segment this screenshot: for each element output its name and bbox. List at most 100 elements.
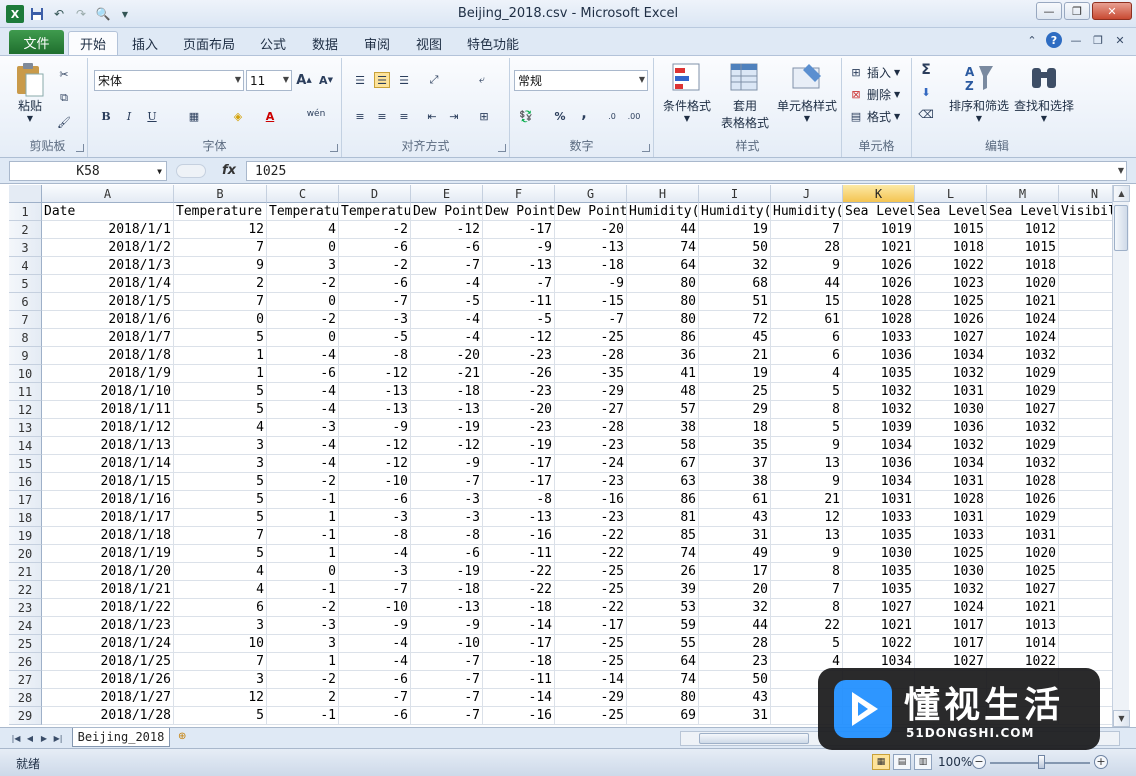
table-cell[interactable]: 5 — [174, 509, 267, 527]
table-cell[interactable]: -27 — [555, 401, 627, 419]
table-cell[interactable]: -13 — [339, 383, 411, 401]
table-cell[interactable]: 0 — [267, 239, 339, 257]
table-cell[interactable]: 68 — [699, 275, 771, 293]
table-cell[interactable]: -4 — [339, 635, 411, 653]
table-cell[interactable]: 53 — [627, 599, 699, 617]
table-cell[interactable] — [1059, 491, 1112, 509]
tab-review[interactable]: 审阅 — [356, 31, 398, 55]
table-cell[interactable]: 80 — [627, 311, 699, 329]
doc-close-icon[interactable]: ✕ — [1112, 32, 1128, 48]
table-cell[interactable]: 1 — [174, 365, 267, 383]
table-cell[interactable]: -7 — [483, 275, 555, 293]
row-header[interactable]: 1 — [9, 203, 42, 221]
table-cell[interactable]: 1 — [267, 653, 339, 671]
table-cell[interactable]: -17 — [483, 635, 555, 653]
table-cell[interactable]: -13 — [483, 509, 555, 527]
table-cell[interactable]: -18 — [411, 383, 483, 401]
table-cell[interactable]: 1032 — [843, 401, 915, 419]
table-cell[interactable]: -22 — [483, 563, 555, 581]
table-cell[interactable]: 1029 — [987, 383, 1059, 401]
table-cell[interactable]: -24 — [555, 455, 627, 473]
table-cell[interactable]: 3 — [174, 671, 267, 689]
row-header[interactable]: 15 — [9, 455, 42, 473]
clipboard-launcher-icon[interactable] — [76, 144, 84, 152]
align-center-icon[interactable]: ≡ — [374, 108, 390, 124]
table-cell[interactable]: 1025 — [915, 545, 987, 563]
table-cell[interactable] — [1059, 419, 1112, 437]
normal-view-icon[interactable]: ▦ — [872, 754, 890, 770]
table-cell[interactable]: 18 — [699, 419, 771, 437]
table-cell[interactable]: -1 — [267, 581, 339, 599]
table-cell[interactable]: 59 — [627, 617, 699, 635]
table-cell[interactable]: 1031 — [915, 509, 987, 527]
table-cell[interactable]: -11 — [483, 545, 555, 563]
insert-function-icon[interactable]: fx — [222, 163, 236, 178]
table-cell[interactable]: -4 — [339, 653, 411, 671]
table-cell[interactable]: 9 — [771, 473, 843, 491]
shrink-font-icon[interactable]: A ▼ — [318, 72, 334, 88]
tab-formulas[interactable]: 公式 — [252, 31, 294, 55]
insert-cells-button[interactable]: ⊞ 插入 ▼ — [848, 62, 900, 82]
row-header[interactable]: 22 — [9, 581, 42, 599]
table-cell[interactable]: -25 — [555, 707, 627, 725]
table-cell[interactable]: 15 — [771, 293, 843, 311]
table-cell[interactable]: 1029 — [987, 509, 1059, 527]
table-cell[interactable]: 6 — [174, 599, 267, 617]
table-cell[interactable]: 80 — [627, 293, 699, 311]
table-cell[interactable]: -6 — [339, 491, 411, 509]
table-cell[interactable]: -18 — [483, 653, 555, 671]
table-cell[interactable]: 35 — [699, 437, 771, 455]
table-cell[interactable]: -4 — [411, 329, 483, 347]
table-cell[interactable] — [1059, 365, 1112, 383]
row-header[interactable]: 18 — [9, 509, 42, 527]
page-layout-view-icon[interactable]: ▤ — [893, 754, 911, 770]
table-cell[interactable]: -10 — [411, 635, 483, 653]
table-cell[interactable]: 20 — [699, 581, 771, 599]
row-header[interactable]: 11 — [9, 383, 42, 401]
table-cell[interactable]: 2018/1/25 — [42, 653, 174, 671]
header-cell[interactable]: Sea Level — [915, 203, 987, 221]
paste-button[interactable]: 粘贴 ▼ — [14, 62, 46, 123]
table-cell[interactable]: 32 — [699, 257, 771, 275]
table-cell[interactable]: -11 — [483, 293, 555, 311]
table-cell[interactable]: 1019 — [843, 221, 915, 239]
table-cell[interactable]: 1015 — [987, 239, 1059, 257]
table-cell[interactable]: 4 — [174, 419, 267, 437]
column-header-k[interactable]: K — [843, 185, 915, 203]
row-header[interactable]: 2 — [9, 221, 42, 239]
table-cell[interactable]: -18 — [483, 599, 555, 617]
table-cell[interactable]: 1017 — [915, 617, 987, 635]
table-cell[interactable]: -28 — [555, 347, 627, 365]
table-cell[interactable]: -3 — [339, 509, 411, 527]
tab-file[interactable]: 文件 — [9, 30, 64, 54]
table-cell[interactable]: 2018/1/18 — [42, 527, 174, 545]
row-header[interactable]: 4 — [9, 257, 42, 275]
table-cell[interactable]: 2018/1/23 — [42, 617, 174, 635]
number-launcher-icon[interactable] — [642, 144, 650, 152]
table-cell[interactable]: -6 — [339, 239, 411, 257]
table-cell[interactable]: 1034 — [915, 455, 987, 473]
table-cell[interactable]: 0 — [174, 311, 267, 329]
table-cell[interactable]: 74 — [627, 671, 699, 689]
table-cell[interactable]: 1021 — [843, 239, 915, 257]
table-cell[interactable]: 1039 — [843, 419, 915, 437]
table-cell[interactable]: 21 — [699, 347, 771, 365]
table-cell[interactable]: -10 — [339, 599, 411, 617]
table-cell[interactable]: 1028 — [987, 473, 1059, 491]
table-cell[interactable]: 1029 — [987, 437, 1059, 455]
row-header[interactable]: 10 — [9, 365, 42, 383]
table-cell[interactable]: 6 — [771, 347, 843, 365]
tab-data[interactable]: 数据 — [304, 31, 346, 55]
table-cell[interactable]: -3 — [339, 563, 411, 581]
table-cell[interactable]: 22 — [771, 617, 843, 635]
table-cell[interactable]: 2018/1/3 — [42, 257, 174, 275]
table-cell[interactable]: -12 — [339, 437, 411, 455]
table-cell[interactable]: 1032 — [915, 365, 987, 383]
table-cell[interactable]: -4 — [411, 311, 483, 329]
prev-sheet-icon[interactable]: ◀ — [24, 731, 36, 745]
comma-button[interactable]: , — [576, 106, 592, 122]
table-cell[interactable]: -6 — [339, 275, 411, 293]
table-cell[interactable]: -13 — [339, 401, 411, 419]
column-header-g[interactable]: G — [555, 185, 627, 203]
table-cell[interactable]: 74 — [627, 239, 699, 257]
